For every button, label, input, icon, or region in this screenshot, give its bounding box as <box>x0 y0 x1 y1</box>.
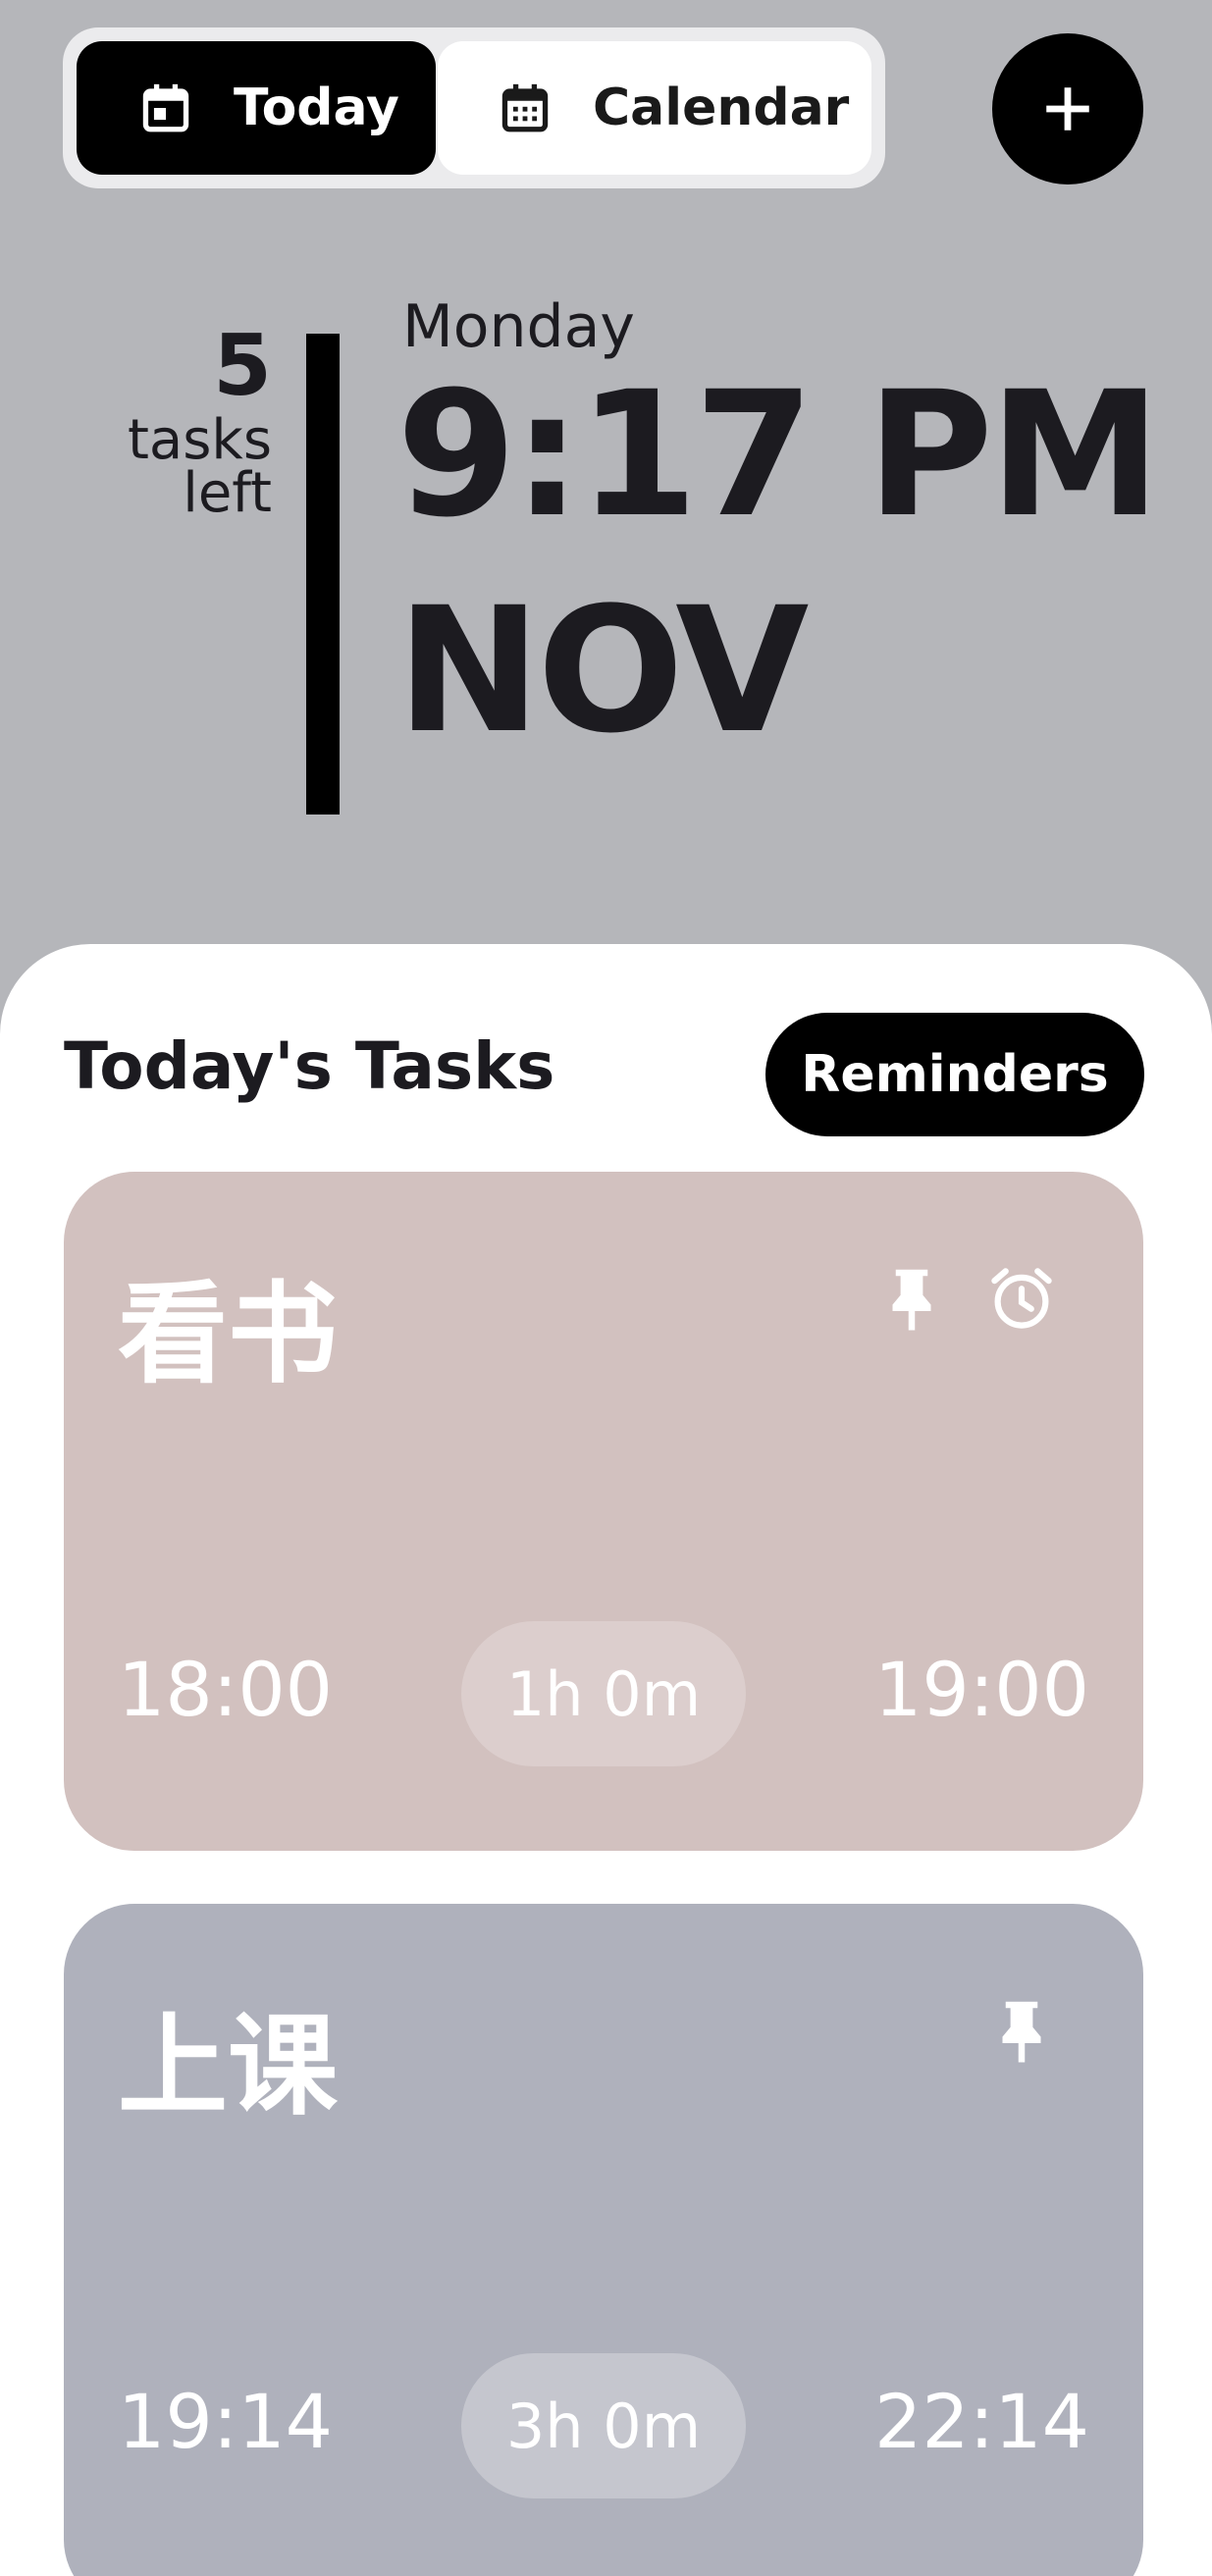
task-end-time: 19:00 <box>873 1646 1089 1733</box>
plus-icon <box>1046 87 1089 131</box>
tab-today[interactable]: Today <box>77 41 436 175</box>
tab-calendar[interactable]: Calendar <box>438 41 871 175</box>
tasks-left-label-line2: left <box>183 461 272 525</box>
alarm-clock-icon[interactable] <box>983 1260 1060 1337</box>
tasks-sheet: Today's Tasks Reminders 看书 18:00 1h 0m 1… <box>0 944 1212 2576</box>
current-month: NOV <box>396 570 809 771</box>
tab-calendar-label: Calendar <box>593 79 850 137</box>
task-duration: 3h 0m <box>461 2353 746 2498</box>
header-divider <box>306 334 340 815</box>
calendar-today-icon <box>137 79 194 136</box>
task-start-time: 18:00 <box>118 1646 334 1733</box>
task-name: 上课 <box>118 2003 338 2130</box>
tasks-left-number: 5 <box>213 317 272 415</box>
task-name: 看书 <box>118 1271 338 1398</box>
pin-icon[interactable] <box>983 1992 1060 2069</box>
task-end-time: 22:14 <box>873 2378 1089 2465</box>
tasks-left-counter: 5 tasks left <box>127 317 272 525</box>
task-duration: 1h 0m <box>461 1621 746 1766</box>
weekday: Monday <box>402 292 635 361</box>
current-time: 9:17 PM <box>396 354 1161 555</box>
tasks-left-label-line1: tasks <box>127 408 272 472</box>
view-switcher: Today Calendar <box>63 27 885 188</box>
pin-icon[interactable] <box>873 1260 950 1337</box>
task-card[interactable]: 上课 19:14 3h 0m 22:14 <box>64 1904 1143 2576</box>
tab-today-label: Today <box>234 79 399 137</box>
task-card[interactable]: 看书 18:00 1h 0m 19:00 <box>64 1172 1143 1851</box>
calendar-month-icon <box>497 79 553 136</box>
task-start-time: 19:14 <box>118 2378 334 2465</box>
reminders-button[interactable]: Reminders <box>765 1013 1144 1136</box>
sheet-title: Today's Tasks <box>64 1028 555 1104</box>
add-task-button[interactable] <box>992 33 1143 184</box>
